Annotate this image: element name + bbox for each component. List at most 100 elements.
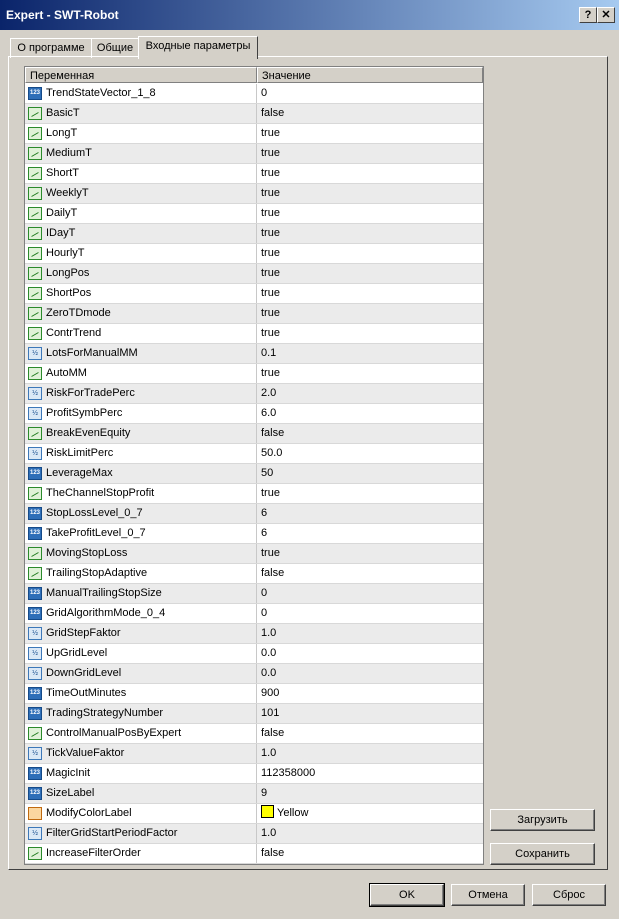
parameter-value[interactable]: true [256, 144, 483, 163]
table-row[interactable]: ½ RiskForTradePerc 2.0 [25, 384, 483, 404]
table-row[interactable]: ControlManualPosByExpert false [25, 724, 483, 744]
table-row[interactable]: MediumT true [25, 144, 483, 164]
table-row[interactable]: 123 GridAlgorithmMode_0_4 0 [25, 604, 483, 624]
parameter-value[interactable]: true [256, 264, 483, 283]
parameter-value[interactable]: 1.0 [256, 624, 483, 643]
table-row[interactable]: BasicT false [25, 104, 483, 124]
parameter-value[interactable]: true [256, 224, 483, 243]
parameter-value[interactable]: true [256, 324, 483, 343]
parameter-value[interactable]: 6 [256, 524, 483, 543]
table-row[interactable]: IncreaseFilterOrder false [25, 844, 483, 864]
table-row[interactable]: BreakEvenEquity false [25, 424, 483, 444]
parameter-value[interactable]: true [256, 124, 483, 143]
table-row[interactable]: MovingStopLoss true [25, 544, 483, 564]
bool-icon [28, 547, 42, 560]
parameter-value[interactable]: 101 [256, 704, 483, 723]
table-row[interactable]: 123 LeverageMax 50 [25, 464, 483, 484]
save-button[interactable]: Сохранить [490, 843, 595, 865]
parameter-value[interactable]: 50.0 [256, 444, 483, 463]
parameter-value-text: 1.0 [261, 747, 277, 759]
table-row[interactable]: 123 SizeLabel 9 [25, 784, 483, 804]
table-row[interactable]: ½ UpGridLevel 0.0 [25, 644, 483, 664]
parameter-value[interactable]: true [256, 184, 483, 203]
parameter-value[interactable]: 0 [256, 604, 483, 623]
parameter-value-text: 1.0 [261, 827, 277, 839]
table-row[interactable]: HourlyT true [25, 244, 483, 264]
table-row[interactable]: 123 TakeProfitLevel_0_7 6 [25, 524, 483, 544]
close-button[interactable]: ✕ [597, 7, 615, 23]
parameter-value[interactable]: false [256, 104, 483, 123]
table-row[interactable]: IDayT true [25, 224, 483, 244]
table-row[interactable]: DailyT true [25, 204, 483, 224]
load-button[interactable]: Загрузить [490, 809, 595, 831]
parameter-value[interactable]: false [256, 564, 483, 583]
cancel-button[interactable]: Отмена [451, 884, 525, 906]
parameter-value[interactable]: true [256, 244, 483, 263]
parameter-value[interactable]: true [256, 304, 483, 323]
column-header-value[interactable]: Значение [257, 67, 483, 83]
parameter-value[interactable]: true [256, 544, 483, 563]
table-row[interactable]: ShortT true [25, 164, 483, 184]
parameter-value[interactable]: false [256, 724, 483, 743]
table-row[interactable]: 123 ManualTrailingStopSize 0 [25, 584, 483, 604]
help-button[interactable]: ? [579, 7, 597, 23]
parameter-value[interactable]: 2.0 [256, 384, 483, 403]
table-row[interactable]: 123 TradingStrategyNumber 101 [25, 704, 483, 724]
parameter-value[interactable]: 50 [256, 464, 483, 483]
parameter-value[interactable]: 112358000 [256, 764, 483, 783]
table-row[interactable]: ShortPos true [25, 284, 483, 304]
table-row[interactable]: ModifyColorLabel Yellow [25, 804, 483, 824]
table-row[interactable]: 123 TimeOutMinutes 900 [25, 684, 483, 704]
table-row[interactable]: 123 StopLossLevel_0_7 6 [25, 504, 483, 524]
parameter-value[interactable]: 0 [256, 84, 483, 103]
table-row[interactable]: LongPos true [25, 264, 483, 284]
table-row[interactable]: WeeklyT true [25, 184, 483, 204]
parameter-value[interactable]: 0.0 [256, 664, 483, 683]
parameter-value[interactable]: 6 [256, 504, 483, 523]
table-row[interactable]: 123 MagicInit 112358000 [25, 764, 483, 784]
parameter-value[interactable]: 0 [256, 584, 483, 603]
parameter-value[interactable]: 9 [256, 784, 483, 803]
double-icon: ½ [28, 827, 42, 840]
table-row[interactable]: ½ ProfitSymbPerc 6.0 [25, 404, 483, 424]
parameter-value[interactable]: true [256, 484, 483, 503]
parameter-value-text: true [261, 327, 280, 339]
parameter-value[interactable]: 6.0 [256, 404, 483, 423]
parameter-value[interactable]: true [256, 204, 483, 223]
tab-general[interactable]: Общие [91, 38, 139, 58]
parameter-name: ShortT [46, 167, 80, 179]
parameter-value[interactable]: 1.0 [256, 744, 483, 763]
table-row[interactable]: ½ TickValueFaktor 1.0 [25, 744, 483, 764]
column-header-variable[interactable]: Переменная [25, 67, 257, 83]
table-row[interactable]: ZeroTDmode true [25, 304, 483, 324]
parameter-value[interactable]: false [256, 424, 483, 443]
parameter-value[interactable]: true [256, 364, 483, 383]
parameter-value[interactable]: 0.1 [256, 344, 483, 363]
parameters-grid: Переменная Значение 123 TrendStateVector_… [24, 66, 484, 865]
parameter-value[interactable]: Yellow [256, 804, 483, 823]
parameter-value-text: Yellow [277, 807, 309, 819]
bool-icon [28, 367, 42, 380]
tab-input-parameters[interactable]: Входные параметры [138, 36, 258, 59]
parameter-value[interactable]: false [256, 844, 483, 863]
parameter-value[interactable]: true [256, 164, 483, 183]
table-row[interactable]: 123 TrendStateVector_1_8 0 [25, 84, 483, 104]
table-row[interactable]: ½ FilterGridStartPeriodFactor 1.0 [25, 824, 483, 844]
table-row[interactable]: ½ GridStepFaktor 1.0 [25, 624, 483, 644]
table-row[interactable]: ContrTrend true [25, 324, 483, 344]
ok-button[interactable]: OK [369, 883, 445, 907]
table-row[interactable]: LongT true [25, 124, 483, 144]
parameter-value[interactable]: 1.0 [256, 824, 483, 843]
table-row[interactable]: TheChannelStopProfit true [25, 484, 483, 504]
parameter-value-text: true [261, 307, 280, 319]
table-row[interactable]: TrailingStopAdaptive false [25, 564, 483, 584]
parameter-value[interactable]: 0.0 [256, 644, 483, 663]
table-row[interactable]: ½ RiskLimitPerc 50.0 [25, 444, 483, 464]
reset-button[interactable]: Сброс [532, 884, 606, 906]
table-row[interactable]: ½ DownGridLevel 0.0 [25, 664, 483, 684]
parameter-value[interactable]: true [256, 284, 483, 303]
tab-about[interactable]: О программе [10, 38, 92, 58]
parameter-value[interactable]: 900 [256, 684, 483, 703]
table-row[interactable]: AutoMM true [25, 364, 483, 384]
table-row[interactable]: ½ LotsForManualMM 0.1 [25, 344, 483, 364]
